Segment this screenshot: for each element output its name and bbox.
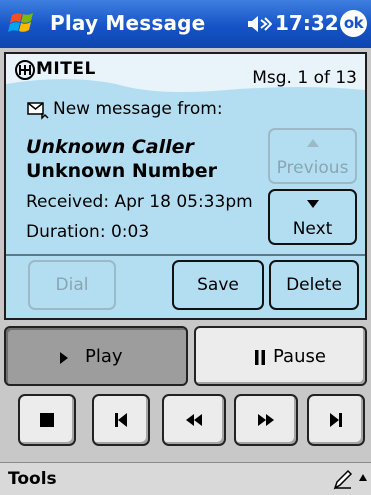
pause-label: Pause [273, 346, 326, 367]
down-arrow-icon [307, 200, 319, 208]
stop-button[interactable] [18, 394, 76, 446]
message-duration: Duration: 0:03 [26, 222, 150, 242]
envelope-icon [27, 102, 49, 120]
save-button[interactable]: Save [172, 260, 264, 310]
ok-button[interactable]: ok [340, 10, 367, 37]
window-title: Play Message [50, 11, 206, 35]
fast-forward-button[interactable] [234, 394, 298, 446]
play-label: Play [85, 346, 123, 367]
next-button[interactable]: Next [268, 189, 357, 245]
brand-name: MITEL [36, 59, 96, 79]
pause-icon [255, 350, 265, 365]
dial-button[interactable]: Dial [28, 260, 116, 310]
skip-start-button[interactable] [92, 394, 150, 446]
up-arrow-icon [307, 139, 319, 147]
caller-number: Unknown Number [26, 160, 217, 182]
received-time: Received: Apr 18 05:33pm [26, 192, 253, 212]
up-icon[interactable] [358, 473, 368, 483]
next-label: Next [292, 219, 333, 239]
message-panel: MITEL Msg. 1 of 13 New message from: Unk… [4, 52, 367, 320]
windows-flag-icon[interactable] [6, 6, 42, 42]
pause-button[interactable]: Pause [194, 326, 367, 386]
new-message-label: New message from: [53, 99, 223, 119]
fast-forward-icon [258, 414, 274, 426]
speaker-icon[interactable] [246, 12, 272, 36]
message-count: Msg. 1 of 13 [252, 68, 357, 88]
mitel-logo [15, 60, 35, 80]
play-icon [60, 352, 68, 364]
skip-start-icon [115, 413, 127, 427]
stop-icon [40, 413, 54, 427]
panel-divider [6, 254, 365, 256]
pen-icon[interactable] [333, 468, 353, 490]
rewind-icon [186, 414, 202, 426]
caller-name: Unknown Caller [26, 136, 194, 158]
clock[interactable]: 17:32 [275, 11, 339, 35]
menu-bar: Tools [0, 462, 371, 495]
title-bar: Play Message 17:32 ok [0, 0, 371, 48]
play-button[interactable]: Play [4, 326, 188, 386]
skip-end-button[interactable] [307, 394, 365, 446]
tools-menu[interactable]: Tools [8, 469, 57, 489]
skip-end-icon [330, 413, 342, 427]
previous-button[interactable]: Previous [268, 128, 357, 184]
rewind-button[interactable] [162, 394, 226, 446]
delete-button[interactable]: Delete [269, 260, 359, 310]
previous-label: Previous [276, 158, 349, 178]
